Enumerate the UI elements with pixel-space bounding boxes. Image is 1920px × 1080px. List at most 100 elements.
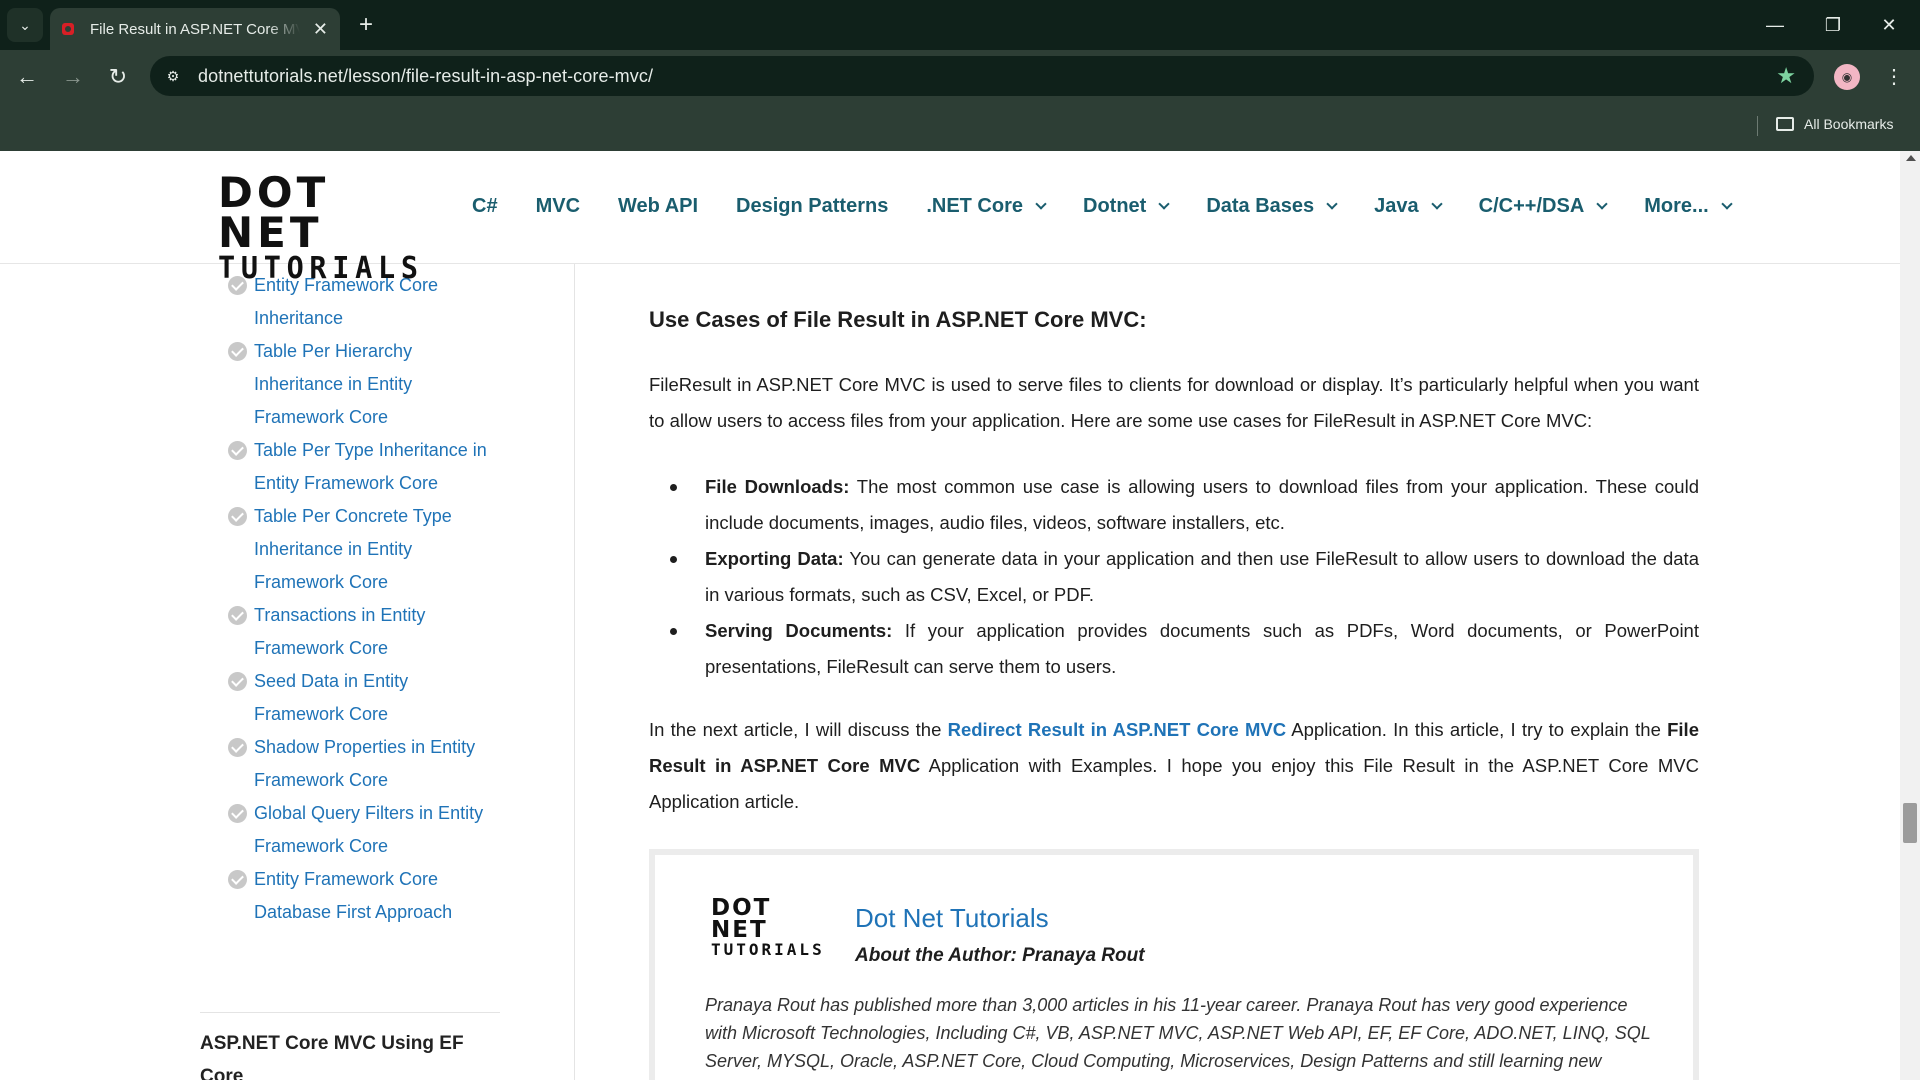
- author-subtitle: About the Author: Pranaya Rout: [855, 945, 1145, 966]
- forward-button[interactable]: →: [56, 60, 90, 94]
- arrow-left-icon: ←: [16, 64, 38, 89]
- chevron-down-icon: [1035, 198, 1047, 210]
- chevron-down-icon: [1326, 198, 1338, 210]
- sidebar-item-label: Framework Core: [254, 836, 389, 856]
- bullet-title: Exporting Data:: [705, 548, 844, 569]
- bullet-title: File Downloads:: [705, 476, 850, 497]
- chevron-down-icon: [1721, 198, 1733, 210]
- bullet-text: You can generate data in your applicatio…: [705, 548, 1699, 605]
- star-icon[interactable]: ★: [1776, 63, 1796, 89]
- nav-item-4[interactable]: .NET Core: [926, 195, 1047, 218]
- bookmarks-bar: All Bookmarks: [0, 102, 1920, 151]
- active-tab[interactable]: File Result in ASP.NET Core MVC ✕: [50, 8, 340, 50]
- logo-line2: TUTORIALS: [218, 251, 424, 286]
- profile-avatar[interactable]: ◉: [1834, 64, 1860, 90]
- nav-item-5[interactable]: Dotnet: [1083, 195, 1170, 218]
- sidebar-item[interactable]: Table Per Concrete Type Inheritance in En…: [228, 500, 508, 599]
- nav-item-label: C#: [472, 195, 498, 217]
- scroll-thumb[interactable]: [1903, 803, 1917, 843]
- nav-item-label: Data Bases: [1206, 195, 1315, 217]
- nav-item-3[interactable]: Design Patterns: [736, 195, 888, 218]
- nav-item-label: Java: [1374, 195, 1419, 217]
- close-icon[interactable]: ✕: [313, 20, 328, 38]
- nav-item-label: Web API: [618, 195, 699, 217]
- site-header: DOT NET TUTORIALS C# MVC Web API Design Pat…: [0, 151, 1900, 285]
- sidebar-item[interactable]: Transactions in Entity Framework Core: [228, 599, 508, 665]
- outro-text-1: In the next article, I will discuss the: [649, 719, 948, 740]
- sidebar-divider-line: [200, 1012, 500, 1013]
- new-tab-button[interactable]: +: [352, 12, 380, 40]
- sidebar: Stored Procedures in EntityFramework Cor…: [200, 151, 572, 1080]
- minimize-icon[interactable]: —: [1752, 10, 1798, 40]
- sidebar-item-label: Shadow Properties in Entity: [254, 737, 476, 757]
- page-viewport: DOT NET TUTORIALS C# MVC Web API Design Pat…: [0, 151, 1920, 1080]
- nav-item-6[interactable]: Data Bases: [1206, 195, 1338, 218]
- sidebar-item-label: Transactions in Entity: [254, 605, 426, 625]
- sidebar-item-label: Framework Core: [254, 770, 389, 790]
- sidebar-item-label: Inheritance: [254, 308, 344, 328]
- page-scrollbar[interactable]: [1900, 151, 1920, 1080]
- sidebar-item-label: Framework Core: [254, 704, 389, 724]
- reload-button[interactable]: ↻: [101, 60, 135, 94]
- author-logo-line1: DOT NET: [711, 895, 772, 943]
- sidebar-item[interactable]: Table Per Hierarchy Inheritance in Entity…: [228, 335, 508, 434]
- sidebar-item[interactable]: Seed Data in Entity Framework Core: [228, 665, 508, 731]
- all-bookmarks-button[interactable]: All Bookmarks: [1776, 116, 1893, 132]
- bullet-text: The most common use case is allowing use…: [705, 476, 1699, 533]
- sidebar-item-label: Inheritance in Entity: [254, 374, 413, 394]
- sidebar-item-label: Table Per Hierarchy: [254, 341, 413, 361]
- check-circle-icon: [228, 606, 247, 625]
- site-logo[interactable]: DOT NET TUTORIALS: [218, 172, 418, 285]
- folder-icon: [1776, 117, 1794, 131]
- chevron-down-icon: [1158, 198, 1170, 210]
- next-article-link[interactable]: Redirect Result in ASP.NET Core MVC: [948, 719, 1286, 740]
- main-nav: C# MVC Web API Design Patterns .NET Core Dotn…: [472, 195, 1769, 218]
- tab-search-button[interactable]: ⌄: [7, 8, 43, 42]
- site-info-icon[interactable]: ⚙: [160, 63, 186, 89]
- sidebar-item[interactable]: Entity Framework Core Database First Appr…: [228, 863, 508, 929]
- sidebar-item[interactable]: Table Per Type Inheritance in Entity Fram…: [228, 434, 508, 500]
- check-circle-icon: [228, 441, 247, 460]
- nav-item-7[interactable]: Java: [1374, 195, 1443, 218]
- sidebar-item-label: Table Per Concrete Type: [254, 506, 452, 526]
- check-circle-icon: [228, 507, 247, 526]
- list-item: Serving Documents: If your application p…: [670, 613, 1699, 685]
- check-circle-icon: [228, 870, 247, 889]
- bookmarks-separator: [1757, 116, 1758, 136]
- nav-item-8[interactable]: C/C++/DSA: [1478, 195, 1608, 218]
- intro-paragraph: FileResult in ASP.NET Core MVC is used t…: [649, 374, 1699, 431]
- author-logo-line2: TUTORIALS: [711, 940, 825, 959]
- outro-text-2: Application. In this article, I try to e…: [1286, 719, 1668, 740]
- bullet-title: Serving Documents:: [705, 620, 893, 641]
- sidebar-item[interactable]: Global Query Filters in Entity Framework …: [228, 797, 508, 863]
- nav-item-0[interactable]: C#: [472, 195, 498, 218]
- address-bar[interactable]: ⚙ dotnettutorials.net/lesson/file-result…: [150, 56, 1814, 96]
- nav-item-label: More...: [1644, 195, 1709, 217]
- chevron-down-icon: [1431, 198, 1443, 210]
- back-button[interactable]: ←: [10, 60, 44, 94]
- nav-item-9[interactable]: More...: [1644, 195, 1733, 218]
- restore-icon[interactable]: ❐: [1810, 10, 1856, 40]
- sidebar-item-label: Framework Core: [254, 638, 389, 658]
- sidebar-item-label: Framework Core: [254, 407, 389, 427]
- author-name[interactable]: Dot Net Tutorials: [855, 903, 1049, 934]
- sidebar-section-title[interactable]: ASP.NET Core MVC Using EF Core: [200, 1027, 500, 1080]
- url-text[interactable]: dotnettutorials.net/lesson/file-result-i…: [198, 66, 653, 87]
- sidebar-item[interactable]: Shadow Properties in Entity Framework Cor…: [228, 731, 508, 797]
- list-item: Exporting Data: You can generate data in…: [670, 541, 1699, 613]
- author-logo: DOT NET TUTORIALS: [711, 895, 822, 959]
- nav-item-1[interactable]: MVC: [536, 195, 580, 218]
- check-circle-icon: [228, 804, 247, 823]
- window-close-icon[interactable]: ✕: [1866, 10, 1912, 40]
- site-favicon-icon: [62, 23, 74, 35]
- sidebar-item-label: Global Query Filters in Entity: [254, 803, 484, 823]
- nav-item-label: C/C++/DSA: [1478, 195, 1585, 217]
- check-circle-icon: [228, 342, 247, 361]
- all-bookmarks-label: All Bookmarks: [1804, 116, 1894, 132]
- use-case-list: File Downloads: The most common use case…: [670, 469, 1699, 685]
- sidebar-item-label: Framework Core: [254, 572, 389, 592]
- kebab-icon[interactable]: ⋮: [1880, 62, 1908, 92]
- scroll-up-arrow-icon[interactable]: [1906, 155, 1916, 161]
- nav-item-2[interactable]: Web API: [618, 195, 698, 218]
- tab-strip: ⌄ File Result in ASP.NET Core MVC ✕ + — …: [0, 0, 1920, 50]
